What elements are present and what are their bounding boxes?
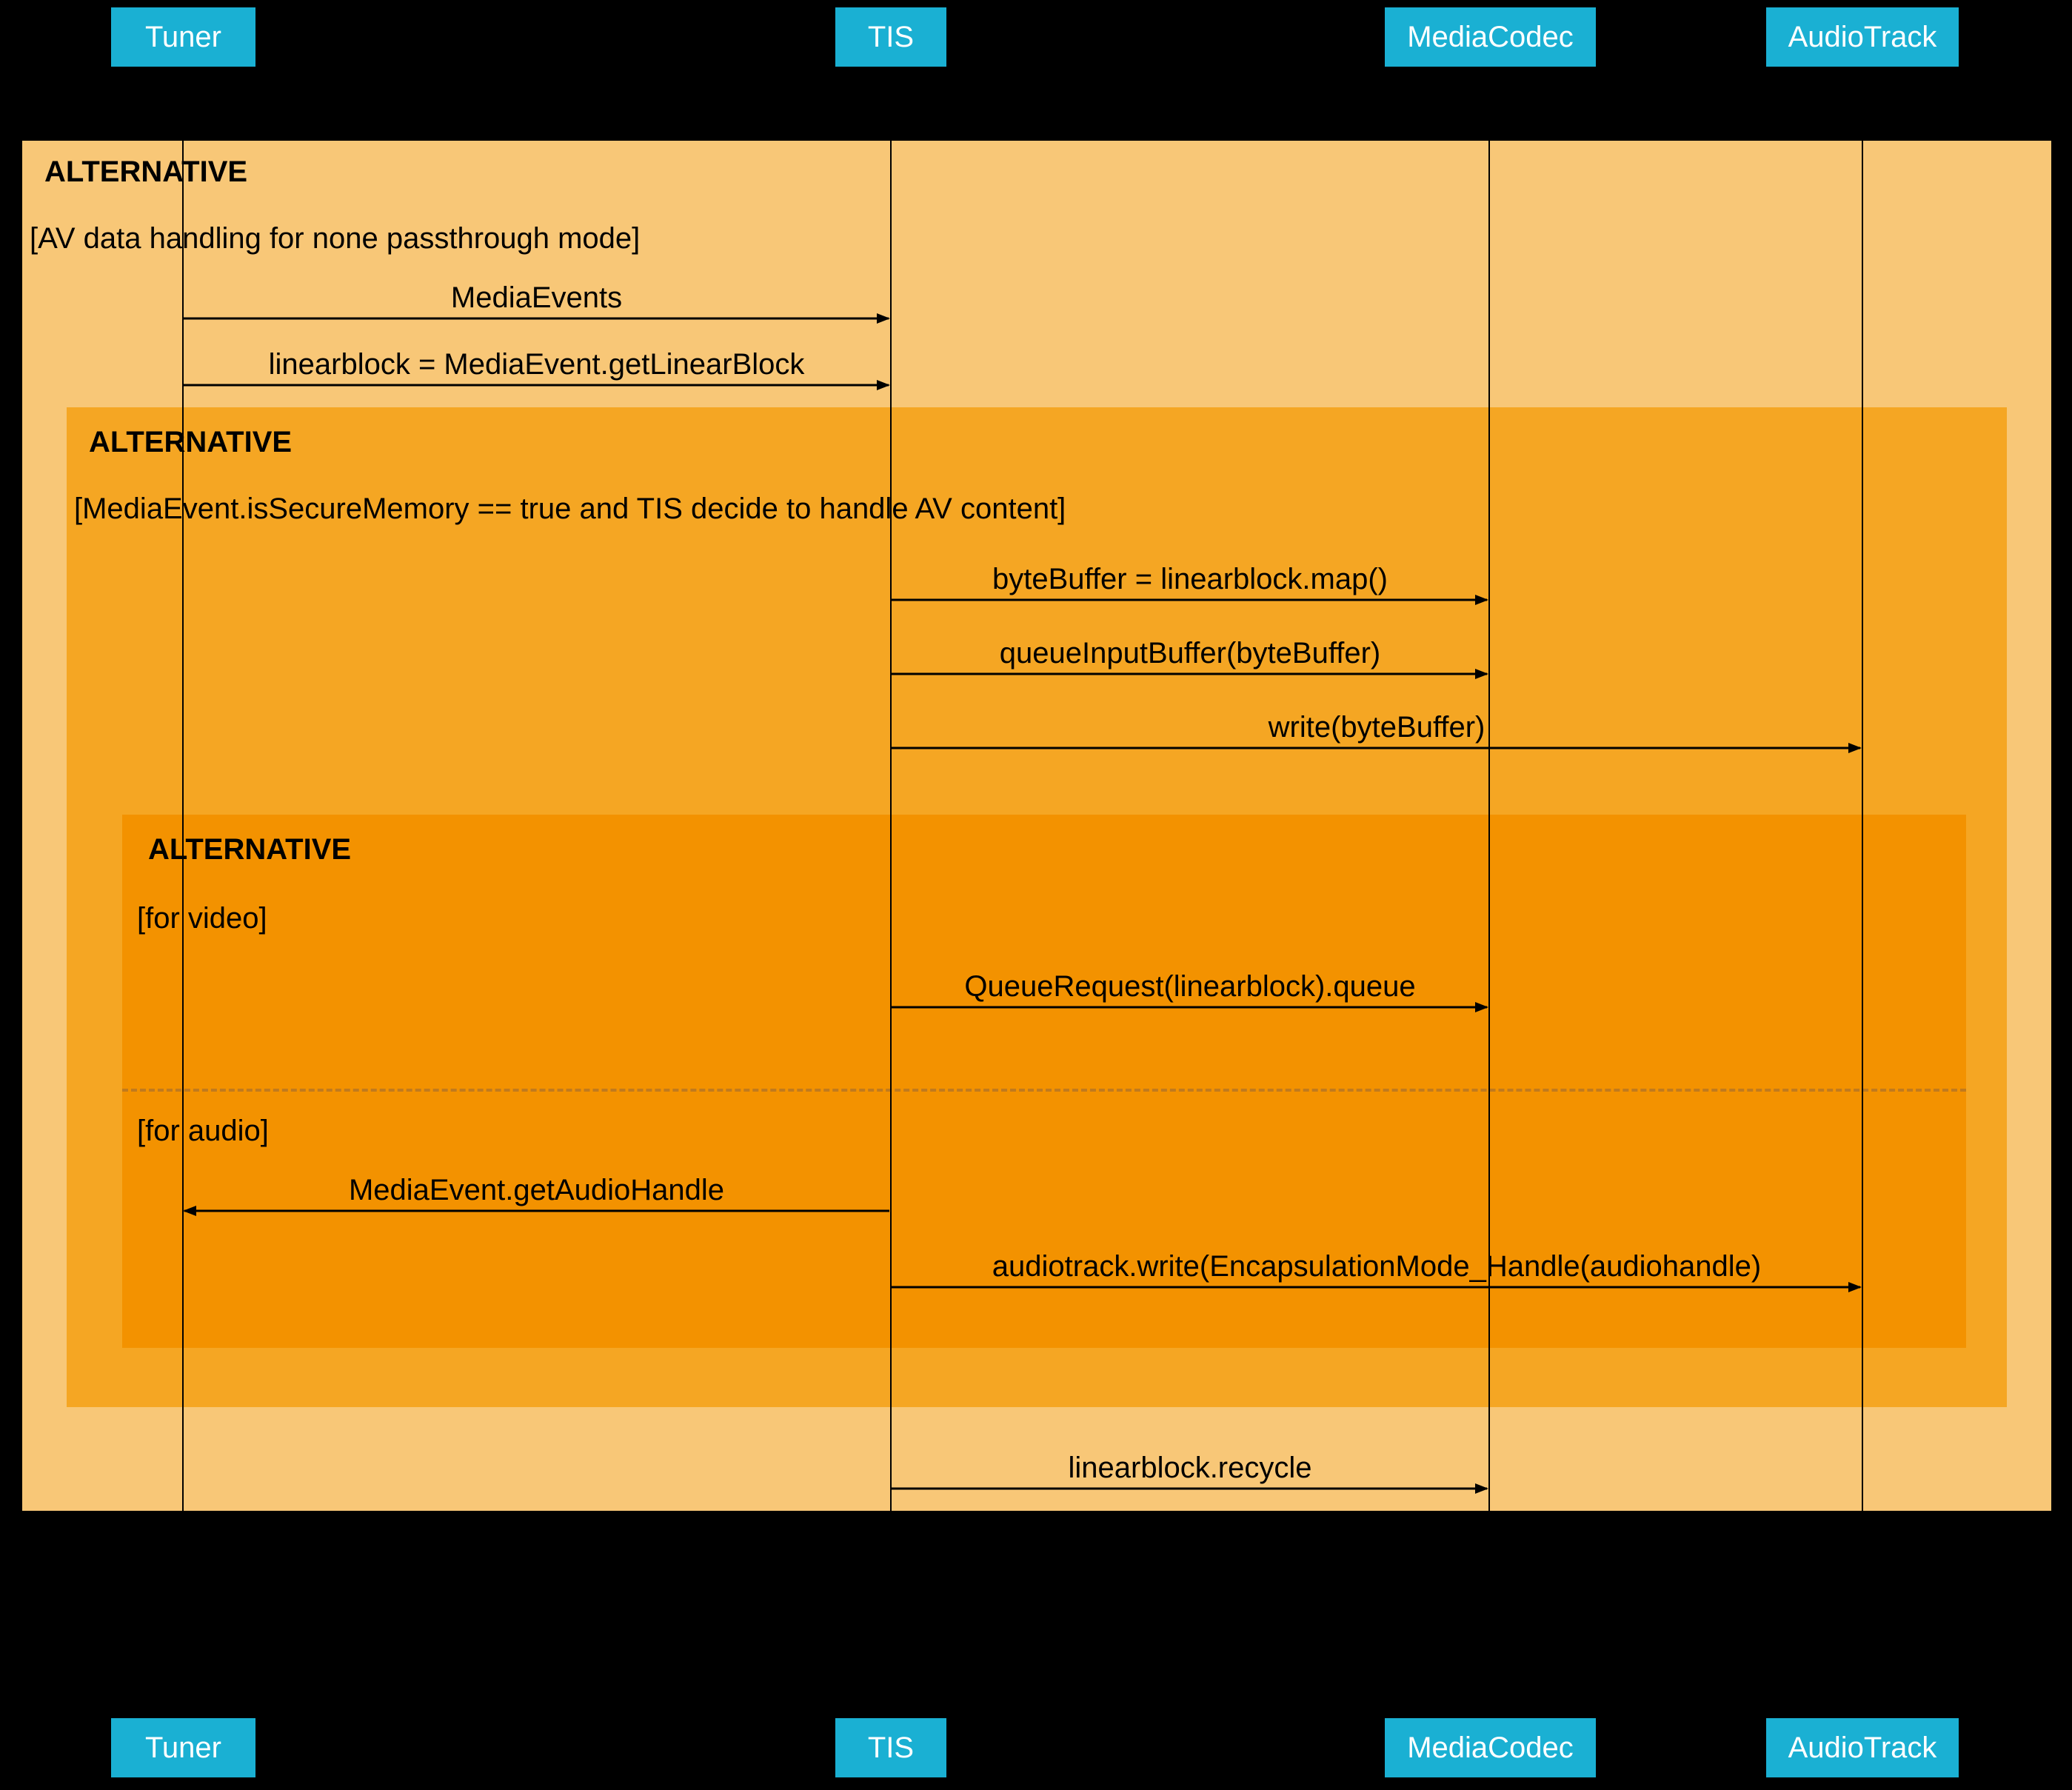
actor-mediacodec-bottom: MediaCodec	[1385, 1718, 1596, 1777]
actor-label: Tuner	[145, 21, 221, 54]
sequence-diagram: Tuner TIS MediaCodec AudioTrack Tuner TI…	[0, 0, 2072, 1790]
msg-linearblock-recycle: linearblock.recycle	[891, 1452, 1489, 1485]
actor-label: AudioTrack	[1788, 1731, 1937, 1765]
actor-label: TIS	[868, 1731, 914, 1765]
actor-label: MediaCodec	[1407, 1731, 1574, 1765]
actor-tis-bottom: TIS	[835, 1718, 946, 1777]
msg-getaudiohandle: MediaEvent.getAudioHandle	[183, 1174, 890, 1207]
msg-getlinearblock: linearblock = MediaEvent.getLinearBlock	[183, 348, 890, 381]
actor-label: MediaCodec	[1407, 21, 1574, 54]
actor-label: TIS	[868, 21, 914, 54]
actor-tis-top: TIS	[835, 7, 946, 67]
msg-queuerequest: QueueRequest(linearblock).queue	[891, 970, 1489, 1003]
actor-label: AudioTrack	[1788, 21, 1937, 54]
arrows-layer	[0, 0, 2072, 1790]
actor-label: Tuner	[145, 1731, 221, 1765]
actor-mediacodec-top: MediaCodec	[1385, 7, 1596, 67]
msg-linearblock-map: byteBuffer = linearblock.map()	[891, 563, 1489, 596]
actor-audiotrack-top: AudioTrack	[1766, 7, 1959, 67]
msg-audiotrack-write: audiotrack.write(EncapsulationMode_Handl…	[891, 1250, 1862, 1283]
msg-queueinputbuffer: queueInputBuffer(byteBuffer)	[891, 637, 1489, 670]
actor-tuner-bottom: Tuner	[111, 1718, 255, 1777]
msg-mediaevents: MediaEvents	[183, 281, 890, 315]
msg-write-bytebuffer: write(byteBuffer)	[891, 711, 1862, 744]
actor-tuner-top: Tuner	[111, 7, 255, 67]
actor-audiotrack-bottom: AudioTrack	[1766, 1718, 1959, 1777]
